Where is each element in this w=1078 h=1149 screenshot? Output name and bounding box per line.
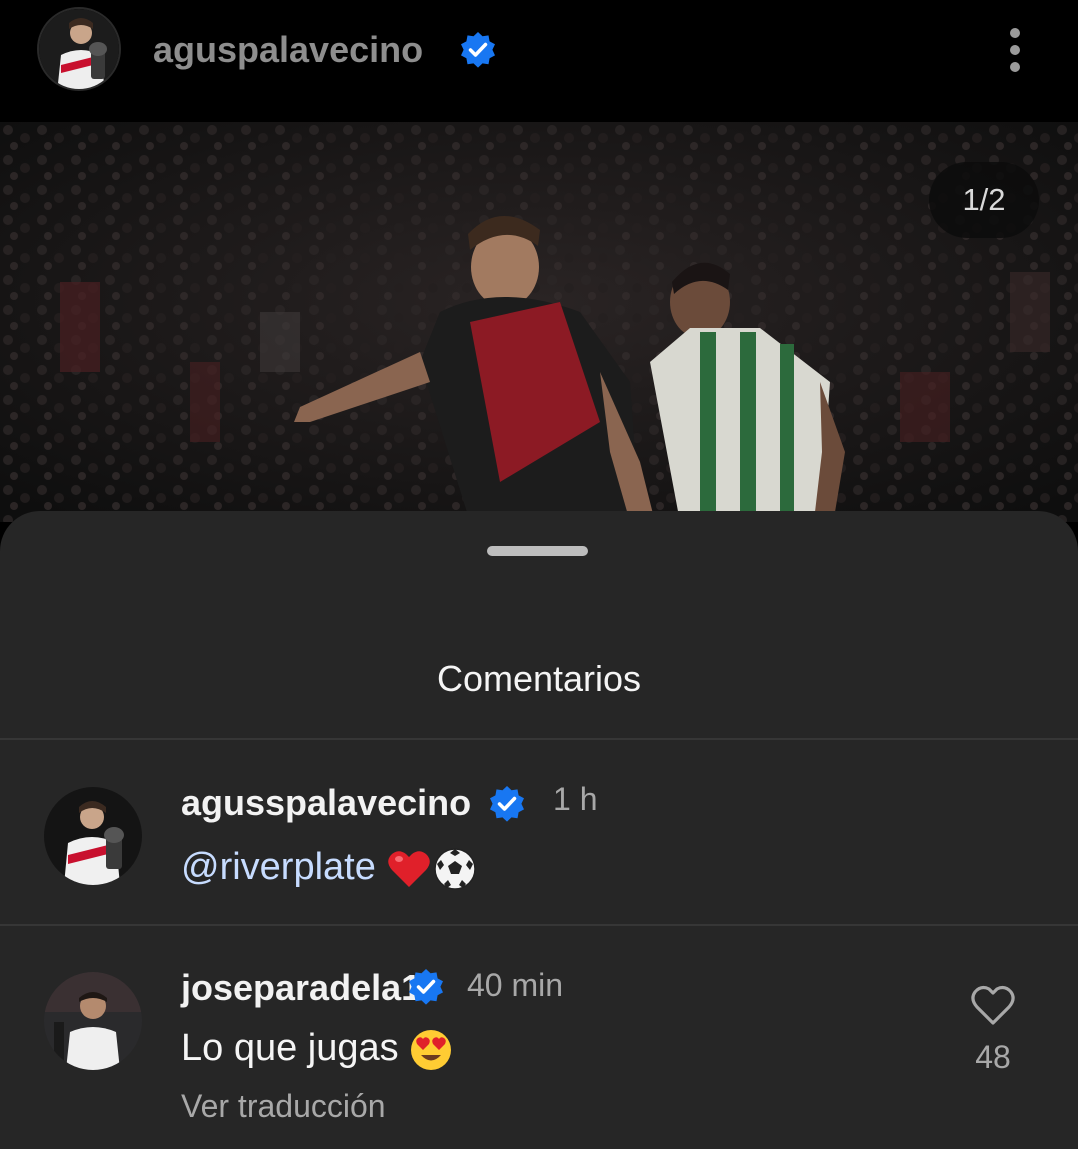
mention-link[interactable]: @riverplate: [181, 846, 376, 888]
comments-title: Comentarios: [436, 658, 642, 699]
avatar-photo: [44, 972, 142, 1070]
comment-username[interactable]: joseparadela1: [181, 966, 421, 1010]
verified-badge-icon: [409, 969, 443, 1005]
comment-divider: [0, 924, 1078, 926]
avatar-photo: [44, 787, 142, 885]
avatar-photo: [39, 9, 119, 89]
heart-outline-icon[interactable]: [969, 983, 1017, 1027]
post-photo[interactable]: [0, 122, 1078, 522]
heart-eyes-emoji-icon: [411, 1029, 452, 1070]
comment-timestamp: 40 min: [467, 967, 564, 1003]
see-translation-link[interactable]: Ver traducción: [181, 1085, 386, 1127]
comment-text: @riverplate: [181, 843, 478, 892]
photo-counter: 1/2: [929, 162, 1039, 238]
header-username[interactable]: aguspalavecino: [153, 28, 423, 72]
profile-avatar[interactable]: [37, 7, 121, 91]
post-screen: aguspalavecino 1/2 Comentarios agusspala…: [0, 0, 1078, 1149]
comment-avatar[interactable]: [44, 787, 142, 885]
comment-body: Lo que jugas: [181, 1027, 399, 1069]
verified-badge-icon: [490, 786, 524, 822]
like-count: 48: [975, 1039, 1011, 1075]
comment-timestamp: 1 h: [553, 781, 598, 817]
heart-emoji-icon: [388, 851, 431, 887]
comments-sheet: Comentarios agusspalavecino 1 h @riverpl…: [0, 511, 1078, 1149]
comment-text: Lo que jugas: [181, 1024, 453, 1072]
verified-badge-icon: [461, 32, 495, 68]
sheet-drag-handle[interactable]: [487, 546, 588, 556]
comment-avatar[interactable]: [44, 972, 142, 1070]
title-divider: [0, 738, 1078, 740]
post-header: aguspalavecino: [0, 0, 1078, 122]
comment-username[interactable]: agusspalavecino: [181, 781, 471, 825]
soccer-ball-emoji-icon: [434, 848, 477, 890]
football-match-photo: [0, 122, 1078, 522]
more-options-icon[interactable]: [996, 24, 1036, 76]
